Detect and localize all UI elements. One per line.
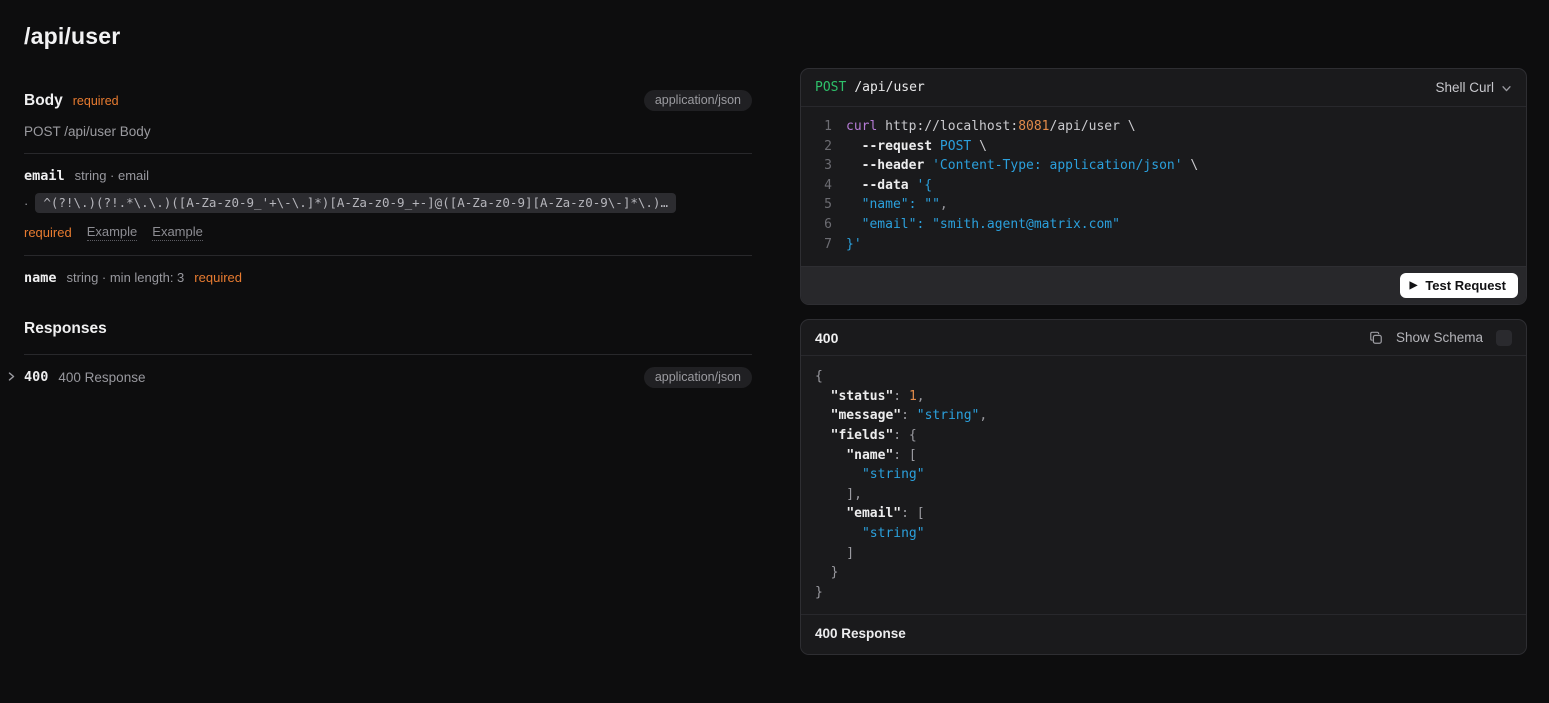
response-panel-footer: 400 Response <box>801 614 1526 654</box>
response-status-heading: 400 <box>815 330 838 346</box>
code-line: 1 curl http://localhost:8081/api/user \ <box>801 117 1526 137</box>
property-email: email string · email · ^(?!\.)(?!.*\.\.)… <box>24 168 752 241</box>
code-text: "name": "", <box>846 195 948 215</box>
code-line: ] <box>801 544 1526 564</box>
code-line: 4 --data '{ <box>801 176 1526 196</box>
code-text: "name": [ <box>815 446 917 466</box>
code-line: "string" <box>801 524 1526 544</box>
code-line: "fields": { <box>801 426 1526 446</box>
code-text: } <box>815 583 823 603</box>
code-text: --data '{ <box>846 176 932 196</box>
code-text: }' <box>846 235 862 255</box>
code-line: 7 }' <box>801 235 1526 255</box>
request-code-block: 1 curl http://localhost:8081/api/user \2 … <box>801 107 1526 266</box>
property-required-badge: required <box>194 270 242 285</box>
property-name-field: name string · min length: 3 required <box>24 270 752 286</box>
divider <box>24 255 752 256</box>
response-code-block: { "status": 1, "message": "string", "fie… <box>801 356 1526 614</box>
http-method-label: POST <box>815 80 846 95</box>
copy-icon[interactable] <box>1369 331 1383 345</box>
endpoint-docs-column: /api/user Body required application/json… <box>24 0 752 399</box>
body-section-header: Body required application/json <box>24 90 752 111</box>
response-row-400[interactable]: 400 400 Response application/json <box>24 355 752 399</box>
response-example-panel: 400 Show Schema { "status": 1, "message"… <box>800 319 1527 655</box>
property-type: string · email <box>75 168 149 183</box>
code-line: "status": 1, <box>801 387 1526 407</box>
code-line: 2 --request POST \ <box>801 137 1526 157</box>
code-text: "email": [ <box>815 504 925 524</box>
api-reference-page: /api/user Body required application/json… <box>0 0 1549 703</box>
line-number: 6 <box>817 215 832 235</box>
code-line: 5 "name": "", <box>801 195 1526 215</box>
code-text: "email": "smith.agent@matrix.com" <box>846 215 1120 235</box>
code-text: "string" <box>815 465 925 485</box>
code-text: --header 'Content-Type: application/json… <box>846 156 1198 176</box>
test-request-button[interactable]: ▶ Test Request <box>1400 273 1518 298</box>
code-line: ], <box>801 485 1526 505</box>
client-library-label: Shell Curl <box>1435 80 1494 95</box>
property-name: name <box>24 270 57 286</box>
chevron-down-icon <box>1501 83 1512 94</box>
pattern-separator-dot: · <box>24 196 28 211</box>
responses-heading: Responses <box>24 320 752 338</box>
example-link[interactable]: Example <box>152 224 203 241</box>
email-pattern-chip: ^(?!\.)(?!.*\.\.)([A-Za-z0-9_'+\-\.]*)[A… <box>35 193 676 213</box>
response-label: 400 Response <box>58 370 643 385</box>
show-schema-checkbox[interactable] <box>1496 330 1512 346</box>
examples-column: POST /api/user Shell Curl 1 curl http://l… <box>800 68 1527 655</box>
property-name: email <box>24 168 65 184</box>
code-line: 6 "email": "smith.agent@matrix.com" <box>801 215 1526 235</box>
code-line: { <box>801 367 1526 387</box>
code-text: curl http://localhost:8081/api/user \ <box>846 117 1136 137</box>
client-library-select[interactable]: Shell Curl <box>1435 80 1512 95</box>
line-number: 2 <box>817 137 832 157</box>
body-required-badge: required <box>73 94 119 108</box>
code-line: } <box>801 583 1526 603</box>
line-number: 4 <box>817 176 832 196</box>
chevron-right-icon <box>6 371 17 382</box>
response-footer-label: 400 Response <box>815 626 906 641</box>
property-type: string · min length: 3 <box>67 270 185 285</box>
response-panel-header: 400 Show Schema <box>801 320 1526 356</box>
divider <box>24 153 752 154</box>
show-schema-label[interactable]: Show Schema <box>1396 330 1483 345</box>
code-text: ] <box>815 544 854 564</box>
code-line: "name": [ <box>801 446 1526 466</box>
test-request-label: Test Request <box>1425 278 1506 293</box>
code-text: "fields": { <box>815 426 917 446</box>
line-number: 3 <box>817 156 832 176</box>
request-panel-footer: ▶ Test Request <box>801 266 1526 304</box>
code-line: } <box>801 563 1526 583</box>
code-line: "email": [ <box>801 504 1526 524</box>
code-text: ], <box>815 485 862 505</box>
code-text: "string" <box>815 524 925 544</box>
code-text: "status": 1, <box>815 387 925 407</box>
code-line: "message": "string", <box>801 406 1526 426</box>
code-text: } <box>815 563 838 583</box>
code-line: 3 --header 'Content-Type: application/js… <box>801 156 1526 176</box>
endpoint-path-label: /api/user <box>854 80 924 95</box>
code-text: { <box>815 367 823 387</box>
property-required-badge: required <box>24 225 72 240</box>
page-title: /api/user <box>24 23 752 50</box>
code-line: "string" <box>801 465 1526 485</box>
code-text: "message": "string", <box>815 406 987 426</box>
play-icon: ▶ <box>1410 281 1418 291</box>
response-status-code: 400 <box>24 369 48 385</box>
line-number: 5 <box>817 195 832 215</box>
code-text: --request POST \ <box>846 137 987 157</box>
request-panel-header: POST /api/user Shell Curl <box>801 69 1526 107</box>
line-number: 7 <box>817 235 832 255</box>
example-link[interactable]: Example <box>87 224 138 241</box>
line-number: 1 <box>817 117 832 137</box>
body-subtitle: POST /api/user Body <box>24 124 752 139</box>
body-heading: Body <box>24 92 63 110</box>
request-example-panel: POST /api/user Shell Curl 1 curl http://l… <box>800 68 1527 305</box>
response-content-type-badge: application/json <box>644 367 752 388</box>
body-content-type-badge: application/json <box>644 90 752 111</box>
